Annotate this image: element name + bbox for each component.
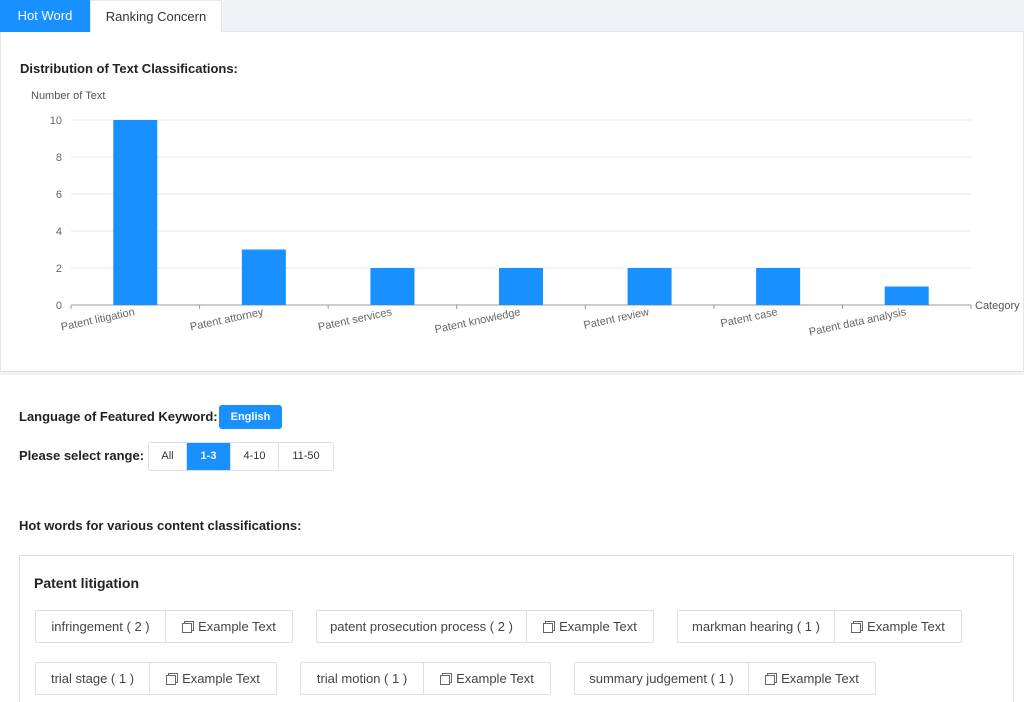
bar — [499, 268, 543, 305]
chart-panel: Distribution of Text Classifications: 02… — [0, 32, 1024, 372]
range-label: Please select range: — [19, 448, 145, 463]
y-tick-label: 6 — [56, 189, 62, 201]
range-option-11-50[interactable]: 11-50 — [279, 443, 333, 470]
range-option-4-10[interactable]: 4-10 — [231, 443, 279, 470]
keyword-chip: trial motion ( 1 ) Example Text — [300, 662, 551, 695]
example-text-label: Example Text — [182, 671, 260, 686]
y-axis-label: Number of Text — [31, 90, 105, 102]
copy-icon — [166, 673, 179, 685]
card-title: Patent litigation — [34, 575, 139, 591]
example-text-label: Example Text — [198, 619, 276, 634]
x-tick-label: Patent services — [317, 306, 394, 333]
keyword-label[interactable]: infringement ( 2 ) — [36, 611, 166, 642]
bar — [884, 286, 929, 305]
example-text-button[interactable]: Example Text — [150, 663, 276, 694]
x-tick-label: Patent review — [583, 306, 651, 332]
range-option-all[interactable]: All — [149, 443, 187, 470]
copy-icon — [543, 621, 556, 633]
bar — [627, 268, 672, 305]
keyword-label[interactable]: trial stage ( 1 ) — [36, 663, 150, 694]
keyword-label[interactable]: markman hearing ( 1 ) — [678, 611, 835, 642]
range-option-1-3[interactable]: 1-3 — [187, 443, 231, 470]
example-text-label: Example Text — [559, 619, 637, 634]
example-text-button[interactable]: Example Text — [527, 611, 653, 642]
example-text-label: Example Text — [781, 671, 859, 686]
language-label: Language of Featured Keyword: — [19, 409, 218, 424]
keyword-chip: markman hearing ( 1 ) Example Text — [677, 610, 962, 643]
keyword-chip: patent prosecution process ( 2 ) Example… — [316, 610, 654, 643]
y-tick-label: 4 — [56, 226, 62, 238]
classification-bar-chart: 0 2 4 6 8 10 Number of Text Category Patent liti… — [31, 90, 1020, 339]
bar — [370, 268, 415, 305]
x-tick-label: Patent knowledge — [434, 306, 522, 336]
x-axis-label: Category — [975, 300, 1020, 312]
example-text-button[interactable]: Example Text — [424, 663, 550, 694]
hotwords-section-title: Hot words for various content classifica… — [19, 518, 302, 533]
y-tick-label: 0 — [56, 300, 62, 312]
example-text-button[interactable]: Example Text — [835, 611, 961, 642]
example-text-label: Example Text — [867, 619, 945, 634]
keyword-chip: summary judgement ( 1 ) Example Text — [574, 662, 876, 695]
copy-icon — [765, 673, 778, 685]
keyword-label[interactable]: summary judgement ( 1 ) — [575, 663, 749, 694]
tab-ranking-concern[interactable]: Ranking Concern — [90, 0, 222, 32]
bar — [756, 268, 801, 305]
x-tick-label: Patent case — [719, 306, 778, 330]
language-english-button[interactable]: English — [219, 405, 282, 429]
keyword-chip: infringement ( 2 ) Example Text — [35, 610, 293, 643]
section-divider — [0, 372, 1024, 375]
tab-hot-word[interactable]: Hot Word — [0, 0, 90, 32]
keyword-chip: trial stage ( 1 ) Example Text — [35, 662, 277, 695]
example-text-label: Example Text — [456, 671, 534, 686]
keyword-label[interactable]: patent prosecution process ( 2 ) — [317, 611, 527, 642]
keyword-label[interactable]: trial motion ( 1 ) — [301, 663, 424, 694]
hotword-card: Patent litigation infringement ( 2 ) Exa… — [19, 555, 1014, 702]
example-text-button[interactable]: Example Text — [749, 663, 875, 694]
y-tick-label: 8 — [56, 152, 62, 164]
x-tick-label: Patent attorney — [189, 306, 265, 333]
range-selector: All 1-3 4-10 11-50 — [148, 442, 334, 471]
tab-bar: Hot Word Ranking Concern — [0, 0, 1024, 32]
y-tick-label: 2 — [56, 263, 62, 275]
copy-icon — [851, 621, 864, 633]
x-tick-label: Patent data analysis — [808, 306, 908, 338]
copy-icon — [440, 673, 453, 685]
bar — [241, 249, 286, 305]
copy-icon — [182, 621, 195, 633]
x-tick-label: Patent litigation — [60, 306, 136, 333]
example-text-button[interactable]: Example Text — [166, 611, 292, 642]
y-tick-label: 10 — [50, 115, 62, 127]
bar — [113, 120, 158, 305]
